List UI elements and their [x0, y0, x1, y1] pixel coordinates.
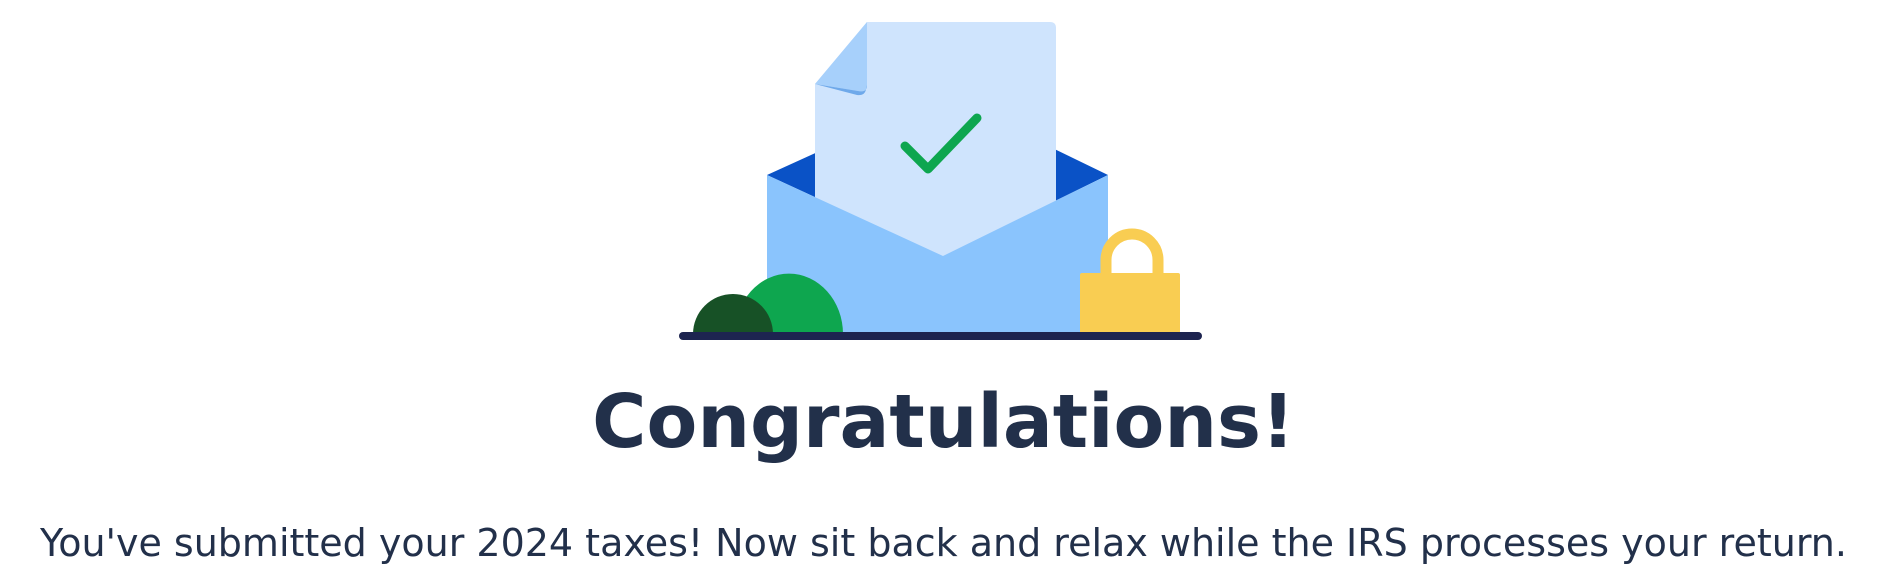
confirmation-message: You've submitted your 2024 taxes! Now si… [40, 521, 1847, 565]
submission-illustration [679, 22, 1202, 340]
confirmation-page: Congratulations! You've submitted your 2… [0, 0, 1887, 574]
page-title: Congratulations! [592, 379, 1295, 465]
ground-line [679, 332, 1202, 340]
